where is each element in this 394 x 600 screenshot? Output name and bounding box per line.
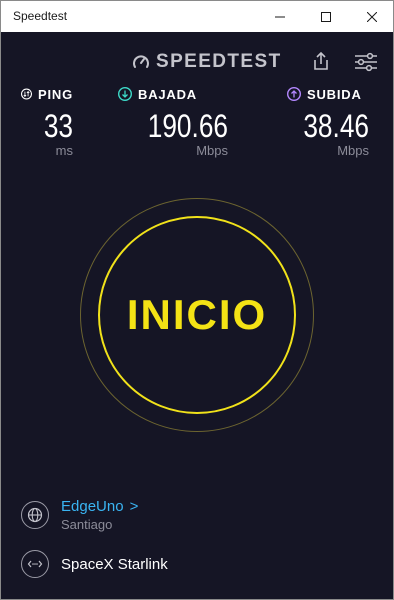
settings-button[interactable] [354, 51, 378, 73]
share-icon [314, 51, 328, 70]
download-label: BAJADA [138, 86, 197, 102]
upload-unit: Mbps [337, 143, 369, 158]
speedometer-icon [133, 55, 149, 68]
speedtest-logo: SPEEDTEST [132, 51, 282, 73]
download-arrow-icon [118, 87, 132, 101]
globe-icon [27, 507, 43, 523]
ping-value: 33 [43, 108, 73, 144]
maximize-icon [321, 11, 331, 22]
close-icon [367, 11, 377, 22]
minimize-icon [275, 16, 285, 17]
start-button-label: INICIO [126, 291, 268, 338]
download-unit: Mbps [196, 143, 228, 158]
upload-arrow-icon [287, 87, 301, 101]
title-bar[interactable]: Speedtest [1, 1, 393, 32]
server-provider-link[interactable]: EdgeUno > [61, 498, 138, 515]
server-provider-name: EdgeUno [61, 498, 124, 515]
app-window: Speedtest SPEEDTEST PING 33 ms BAJADA 19… [0, 0, 394, 600]
upload-value: 38.46 [303, 108, 369, 144]
chevron-right-icon: > [129, 498, 139, 515]
close-button[interactable] [349, 1, 394, 32]
minimize-button[interactable] [257, 1, 303, 32]
server-selector[interactable]: EdgeUno > Santiago [21, 498, 138, 532]
globe-icon-wrapper [21, 501, 49, 529]
ping-metric: PING 33 ms [21, 85, 73, 158]
connection-icon-wrapper [21, 550, 49, 578]
ping-icon [21, 88, 33, 100]
settings-sliders-icon [355, 52, 377, 72]
ping-label: PING [38, 86, 73, 102]
maximize-button[interactable] [303, 1, 349, 32]
ping-unit: ms [55, 143, 73, 158]
server-location: Santiago [61, 517, 113, 532]
window-title: Speedtest [13, 9, 68, 23]
connection-icon [27, 560, 43, 568]
upload-label: SUBIDA [307, 86, 362, 102]
download-value: 190.66 [147, 108, 228, 144]
download-metric: BAJADA 190.66 Mbps [118, 85, 228, 158]
brand-name: SPEEDTEST [156, 51, 282, 72]
isp-info: SpaceX Starlink [21, 550, 168, 578]
share-button[interactable] [310, 50, 332, 72]
upload-metric: SUBIDA 38.46 Mbps [287, 85, 369, 158]
start-button[interactable]: INICIO [98, 216, 296, 414]
isp-name: SpaceX Starlink [61, 555, 168, 573]
